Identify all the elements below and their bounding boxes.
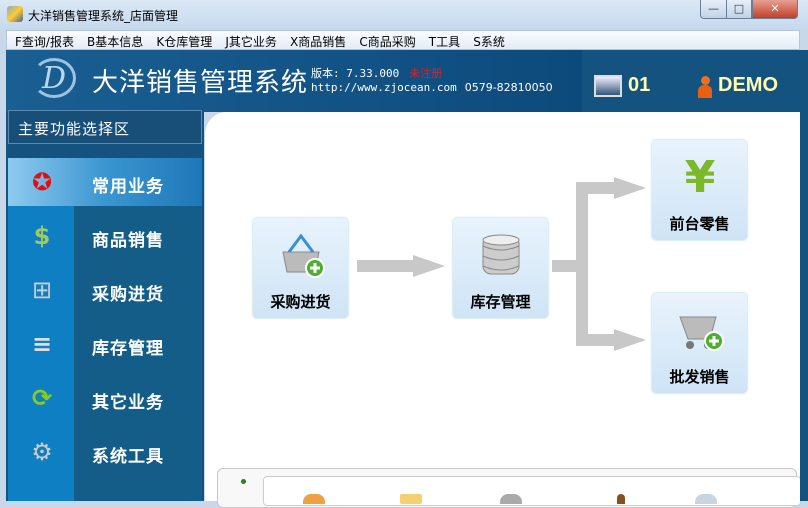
minimize-button[interactable]: —	[700, 0, 727, 19]
version-info: 版本: 7.33.000 未注册 http://www.zjocean.com 05…	[311, 67, 553, 95]
branch-connector	[576, 184, 588, 344]
phone-number: 0579-82810050	[464, 81, 553, 94]
menu-other-business[interactable]: J其它业务	[217, 31, 277, 50]
monitor-icon	[594, 75, 622, 97]
user-name: DEMO	[718, 74, 778, 96]
sidebar-item-label: 其它业务	[92, 393, 164, 413]
database-icon: ≡	[31, 330, 53, 358]
menu-purchase[interactable]: C商品采购	[351, 31, 415, 50]
menu-basic-info[interactable]: B基本信息	[79, 31, 143, 50]
shortcut-panel	[205, 460, 801, 508]
flow-purchase-label: 采购进货	[270, 293, 331, 311]
database-icon	[477, 230, 525, 278]
arrow-head-icon	[413, 255, 445, 277]
flow-inventory-label: 库存管理	[470, 293, 531, 311]
menu-sales[interactable]: X商品销售	[282, 31, 346, 50]
sidebar-item-other-business[interactable]: ⟳ 其它业务	[8, 374, 202, 422]
sidebar: 主要功能选择区 ✪ 常用业务 $ 商品销售 ⊞ 采购进货 ≡ 库存管理 ⟳ 其它…	[6, 110, 204, 501]
logo-icon: D	[32, 58, 76, 98]
refresh-arrows-icon: ⟳	[31, 384, 53, 412]
arrow-head-icon	[614, 177, 646, 199]
shortcut-icon[interactable]	[500, 494, 522, 504]
header-banner: D 大洋销售管理系统 版本: 7.33.000 未注册 http://www.zj…	[6, 50, 582, 112]
sidebar-item-label: 系统工具	[92, 447, 164, 467]
sidebar-item-sales[interactable]: $ 商品销售	[8, 212, 202, 260]
flow-purchase-button[interactable]: 采购进货	[253, 218, 348, 318]
flow-wholesale-label: 批发销售	[669, 368, 730, 386]
menu-query-report[interactable]: F查询/报表	[7, 31, 74, 50]
sidebar-item-common-business[interactable]: ✪ 常用业务	[8, 158, 202, 206]
menu-system[interactable]: S系统	[465, 31, 505, 50]
sidebar-item-label: 常用业务	[92, 177, 164, 197]
flow-inventory-button[interactable]: 库存管理	[453, 218, 548, 318]
close-button[interactable]: ✕	[752, 0, 798, 19]
ribbon-award-icon: ✪	[31, 168, 53, 196]
window-title: 大洋销售管理系统_店面管理	[28, 9, 179, 23]
user-icon	[698, 76, 712, 98]
shortcut-icon[interactable]	[617, 494, 625, 504]
sidebar-item-label: 采购进货	[92, 285, 164, 305]
sidebar-title: 主要功能选择区	[8, 110, 202, 144]
shortcut-bar	[263, 476, 801, 506]
basket-add-icon: ⊞	[31, 276, 53, 304]
sidebar-item-system-tools[interactable]: ⚙ 系统工具	[8, 428, 202, 476]
flow-retail-label: 前台零售	[669, 215, 730, 233]
dollar-icon: $	[33, 222, 51, 250]
maximize-button[interactable]: □	[726, 0, 752, 19]
website-url: http://www.zjocean.com	[311, 81, 457, 94]
menu-tools[interactable]: T工具	[421, 31, 460, 50]
status-dot-icon	[241, 479, 246, 484]
app-icon	[7, 6, 23, 22]
app-header: D 大洋销售管理系统 版本: 7.33.000 未注册 http://www.zj…	[6, 50, 800, 112]
app-title: 大洋销售管理系统	[92, 68, 309, 98]
folder-icon[interactable]	[400, 494, 422, 504]
flow-wholesale-button[interactable]: 批发销售	[652, 293, 747, 393]
yen-icon: ¥	[684, 152, 716, 203]
menu-bar: F查询/报表 B基本信息 K仓库管理 J其它业务 X商品销售 C商品采购 T工具…	[6, 30, 800, 50]
arrow-head-icon	[614, 329, 646, 351]
sidebar-item-purchase[interactable]: ⊞ 采购进货	[8, 266, 202, 314]
database-icon[interactable]	[695, 494, 717, 504]
branch-connector	[576, 334, 616, 346]
sidebar-item-label: 库存管理	[92, 339, 164, 359]
menu-warehouse[interactable]: K仓库管理	[148, 31, 212, 50]
gear-icon: ⚙	[31, 438, 53, 466]
window-border	[800, 50, 808, 501]
title-bar: 大洋销售管理系统_店面管理 — □ ✕	[0, 0, 808, 30]
version: 版本: 7.33.000	[311, 67, 400, 80]
station-number: 01	[628, 74, 651, 96]
branch-connector	[576, 182, 616, 194]
shortcut-icon[interactable]	[303, 494, 325, 504]
workflow-panel: 采购进货 库存管理 ¥ 前台零售 批发销售	[205, 112, 800, 460]
cart-add-icon	[676, 305, 724, 353]
sidebar-item-label: 商品销售	[92, 231, 164, 251]
arrow-icon	[357, 260, 415, 272]
flow-retail-button[interactable]: ¥ 前台零售	[652, 140, 747, 240]
unregistered-label: 未注册	[409, 67, 443, 80]
sidebar-item-inventory[interactable]: ≡ 库存管理	[8, 320, 202, 368]
basket-add-icon	[277, 230, 325, 278]
